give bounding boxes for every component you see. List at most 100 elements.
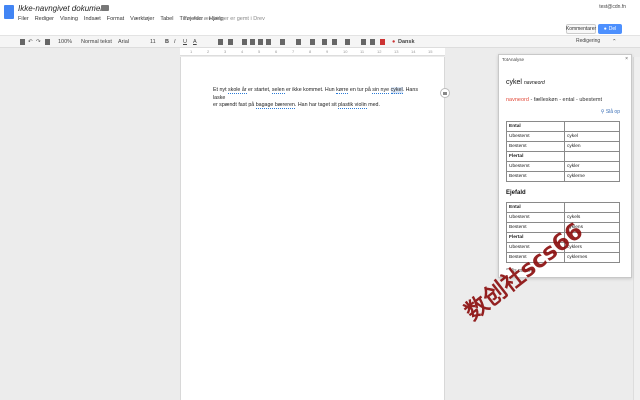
italic-icon[interactable]: I	[174, 38, 176, 46]
ruler-tick: 4	[241, 49, 244, 54]
lookup-link[interactable]: ⚲ Slå op	[506, 109, 620, 115]
lookup-label: Slå op	[605, 109, 620, 115]
spellcheck-icon[interactable]	[380, 39, 385, 45]
doc-text: med.	[366, 102, 380, 109]
text-color-icon[interactable]: A	[193, 38, 197, 46]
ruler-tick: 13	[394, 49, 399, 54]
table-header: Ental	[506, 202, 565, 213]
checker-icon[interactable]	[370, 39, 375, 45]
flagged-word[interactable]: selen	[271, 87, 285, 94]
table-cell: cyklen	[564, 141, 620, 152]
close-icon[interactable]: ×	[625, 56, 628, 62]
print-icon[interactable]	[20, 39, 25, 45]
menu-table[interactable]: Tabel	[160, 16, 173, 22]
google-docs-window: Ikke-navngivet dokument ☆ Filer Rediger …	[0, 0, 640, 400]
ruler-tick: 14	[411, 49, 416, 54]
flagged-word[interactable]: sin nye	[372, 87, 390, 94]
header-bar: Ikke-navngivet dokument ☆ Filer Rediger …	[0, 0, 640, 36]
font-size-select[interactable]: 11	[150, 38, 156, 46]
link-icon[interactable]	[218, 39, 223, 45]
ruler-tick: 6	[275, 49, 278, 54]
doc-text: . Han har taget sit	[294, 102, 339, 109]
addon-dansk-button[interactable]: ●	[392, 38, 395, 46]
zoom-select[interactable]: 100%	[58, 38, 72, 46]
share-button[interactable]: ● Del	[598, 24, 622, 34]
search-icon: ⚲	[600, 109, 605, 115]
clear-formatting-icon[interactable]	[345, 39, 350, 45]
table-cell: cyklernes	[564, 252, 620, 263]
underline-icon[interactable]: U	[183, 38, 187, 46]
table-cell: Bestemt	[506, 171, 565, 182]
vertical-scrollbar[interactable]	[633, 57, 640, 400]
flagged-word[interactable]: skole år	[228, 87, 247, 94]
editing-mode-select[interactable]: Redigering	[576, 38, 600, 44]
document-body[interactable]: Et nyt skole år er startet, selen er ikk…	[213, 87, 423, 110]
menu-insert[interactable]: Indsæt	[84, 16, 101, 22]
save-status[interactable]: Alle ændringer er gemt i Drev	[193, 16, 265, 22]
align-center-icon[interactable]	[250, 39, 255, 45]
table-cell: cykler	[564, 161, 620, 172]
formatting-toolbar: ↶ ↷ 100% Normal tekst Arial 11 B I U A ●…	[0, 36, 640, 48]
word: cykel	[506, 79, 522, 86]
menu-file[interactable]: Filer	[18, 16, 29, 22]
ruler-tick: 7	[292, 49, 295, 54]
collapse-menu-icon[interactable]: ⌃	[612, 38, 617, 46]
table-row: Ubestemt cykel	[506, 131, 620, 142]
table-row: Ental	[506, 121, 620, 132]
table-row: Bestemt cyklerne	[506, 171, 620, 182]
doc-text: er spændt fast på	[213, 102, 256, 109]
style-select[interactable]: Normal tekst	[81, 38, 112, 46]
justify-icon[interactable]	[266, 39, 271, 45]
table-row: Bestemt cyklen	[506, 141, 620, 152]
grammar-details: - fælleskøn - ental - ubestemt	[528, 97, 602, 103]
bulleted-list-icon[interactable]	[310, 39, 315, 45]
flagged-word[interactable]: kørre	[336, 87, 349, 94]
bold-icon[interactable]: B	[165, 38, 169, 46]
flagged-word[interactable]: plastik violin	[338, 102, 367, 110]
folder-icon[interactable]	[101, 5, 109, 11]
menu-edit[interactable]: Rediger	[35, 16, 54, 22]
ruler-tick: 8	[309, 49, 312, 54]
doc-text: en tur på	[348, 87, 373, 93]
line-spacing-icon[interactable]	[280, 39, 285, 45]
menu-format[interactable]: Format	[107, 16, 124, 22]
word-class: navneord	[523, 80, 545, 86]
increase-indent-icon[interactable]	[332, 39, 337, 45]
menu-view[interactable]: Visning	[60, 16, 78, 22]
addon-icon[interactable]	[361, 39, 366, 45]
selected-word[interactable]: cykel	[390, 87, 403, 94]
align-right-icon[interactable]	[258, 39, 263, 45]
flagged-word[interactable]: bagage bæreren	[255, 102, 295, 110]
ruler-tick: 2	[207, 49, 210, 54]
redo-icon[interactable]: ↷	[36, 38, 41, 46]
docs-logo-icon[interactable]	[4, 5, 14, 19]
comments-button[interactable]: Kommentarer	[566, 24, 596, 34]
user-account[interactable]: test@cdn.fn	[599, 4, 626, 10]
star-icon[interactable]: ☆	[92, 3, 99, 12]
share-label: Del	[608, 26, 617, 32]
grammar-tag[interactable]: navneord	[506, 97, 529, 103]
doc-text: er ikke kommet. Hun	[284, 87, 337, 93]
table-cell: Bestemt	[506, 141, 565, 152]
table-cell	[564, 202, 620, 213]
ruler[interactable]: 1 2 3 4 5 6 7 8 9 10 11 12 13 14 15	[180, 48, 445, 56]
comment-icon[interactable]	[228, 39, 233, 45]
decrease-indent-icon[interactable]	[322, 39, 327, 45]
table-header: Flertal	[506, 151, 565, 162]
align-left-icon[interactable]	[242, 39, 247, 45]
font-select[interactable]: Arial	[118, 38, 129, 46]
lock-icon: ●	[603, 26, 607, 32]
addon-dansk-label[interactable]: Dansk	[398, 38, 415, 46]
add-comment-icon[interactable]	[440, 88, 450, 98]
ruler-tick: 9	[326, 49, 329, 54]
panel-title: TotAnalyse	[502, 57, 525, 62]
doc-text: Et nyt	[213, 87, 229, 93]
table-row: Ental	[506, 202, 620, 213]
ruler-tick: 11	[360, 49, 365, 54]
menu-tools[interactable]: Værktøjer	[130, 16, 154, 22]
numbered-list-icon[interactable]	[296, 39, 301, 45]
undo-icon[interactable]: ↶	[28, 38, 33, 46]
paint-format-icon[interactable]	[45, 39, 50, 45]
document-page[interactable]: Et nyt skole år er startet, selen er ikk…	[180, 57, 445, 400]
table-cell	[564, 151, 620, 162]
